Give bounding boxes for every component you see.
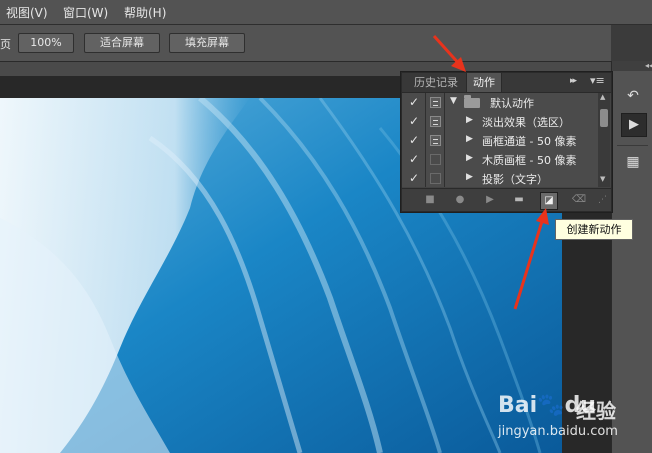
arrow-to-new-action-button: [513, 208, 549, 310]
arrow-to-actions-tab: [432, 34, 466, 72]
watermark-url: jingyan.baidu.com: [498, 424, 618, 439]
watermark-brand-cn: 经验: [576, 399, 616, 423]
baidu-jingyan-watermark: Bai🐾du 经验 jingyan.baidu.com: [498, 393, 648, 449]
annotation-arrows: [432, 34, 549, 310]
